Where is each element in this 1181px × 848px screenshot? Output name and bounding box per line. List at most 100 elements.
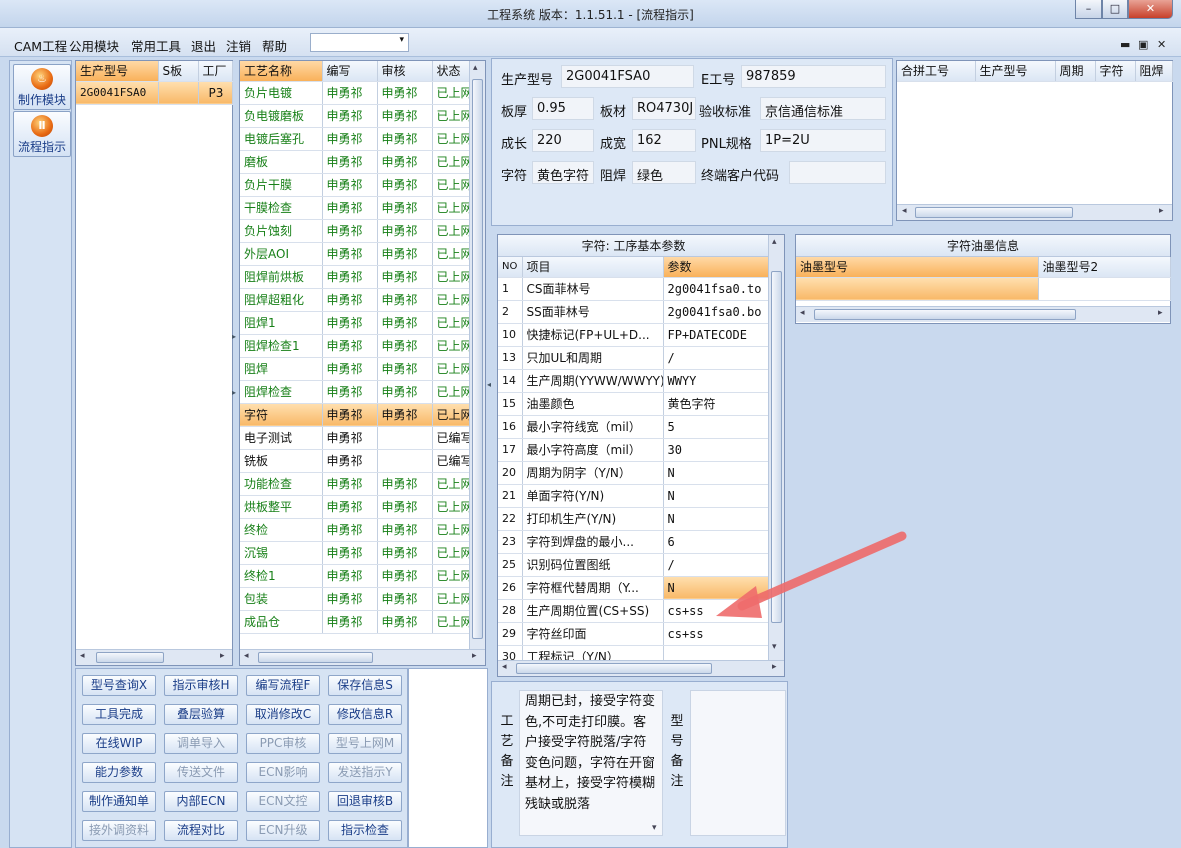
table-row[interactable]: 阻焊1 申勇祁 申勇祁 已上网 — [240, 311, 470, 335]
action-button-3-1[interactable]: 传送文件 — [164, 762, 238, 783]
table-row[interactable]: 负片干膜 申勇祁 申勇祁 已上网 — [240, 173, 470, 197]
scroll-down-icon[interactable]: ▾ — [652, 823, 657, 833]
action-button-1-3[interactable]: 修改信息R — [328, 704, 402, 725]
col-model[interactable]: 生产型号 — [76, 61, 159, 82]
field-material[interactable]: RO4730J — [632, 97, 696, 120]
scroll-right-icon[interactable]: ▸ — [472, 651, 477, 661]
field-eno[interactable]: 987859 — [741, 65, 886, 88]
model-hscroll[interactable]: ◂ ▸ — [76, 649, 232, 665]
module-select[interactable]: ▾ — [310, 33, 409, 52]
close-button[interactable]: ✕ — [1128, 0, 1173, 19]
col-merge-model[interactable]: 生产型号 — [975, 61, 1056, 82]
action-button-2-2[interactable]: PPC审核 — [246, 733, 320, 754]
field-model[interactable]: 2G0041FSA0 — [561, 65, 694, 88]
table-row[interactable]: 17 最小字符高度（mil） 30 — [498, 438, 770, 462]
menu-help[interactable]: 帮助 — [262, 36, 287, 55]
table-row[interactable]: 终检1 申勇祁 申勇祁 已上网 — [240, 564, 470, 588]
field-width[interactable]: 162 — [632, 129, 696, 152]
action-button-5-0[interactable]: 接外调资料 — [82, 820, 156, 841]
scroll-up-icon[interactable]: ▴ — [772, 237, 777, 247]
table-row[interactable]: 15 油墨颜色 黄色字符 — [498, 392, 770, 416]
scroll-thumb[interactable] — [516, 663, 712, 674]
ink-hscroll[interactable]: ◂ ▸ — [796, 306, 1170, 322]
action-button-4-1[interactable]: 内部ECN — [164, 791, 238, 812]
scroll-down-icon[interactable]: ▾ — [772, 642, 777, 652]
col-s-board[interactable]: S板 — [158, 61, 199, 82]
col-status[interactable]: 状态 — [432, 61, 470, 82]
scroll-thumb[interactable] — [472, 79, 483, 639]
col-ink-model2[interactable]: 油墨型号2 — [1038, 257, 1171, 278]
table-row[interactable]: 磨板 申勇祁 申勇祁 已上网 — [240, 150, 470, 174]
menu-common-module[interactable]: 公用模块 — [69, 36, 119, 55]
table-row[interactable]: 烘板整平 申勇祁 申勇祁 已上网 — [240, 495, 470, 519]
table-row[interactable]: 阻焊前烘板 申勇祁 申勇祁 已上网 — [240, 265, 470, 289]
action-button-2-0[interactable]: 在线WIP — [82, 733, 156, 754]
col-param[interactable]: 参数 — [663, 257, 770, 278]
col-reviewer[interactable]: 审核 — [377, 61, 433, 82]
action-button-3-2[interactable]: ECN影响 — [246, 762, 320, 783]
table-row[interactable]: 14 生产周期(YYWW/WWYY) WWYY — [498, 369, 770, 393]
table-row[interactable]: 2G0041FSA0 P3 — [76, 81, 233, 105]
maximize-button[interactable]: □ — [1102, 0, 1128, 19]
field-pnl[interactable]: 1P=2U — [760, 129, 886, 152]
nav-flow-instruction[interactable]: Ⅱ 流程指示 — [13, 111, 71, 157]
scroll-left-icon[interactable]: ◂ — [502, 662, 507, 672]
action-button-5-2[interactable]: ECN升级 — [246, 820, 320, 841]
action-button-0-1[interactable]: 指示审核H — [164, 675, 238, 696]
table-row[interactable]: 13 只加UL和周期 / — [498, 346, 770, 370]
menu-exit[interactable]: 退出 — [191, 36, 216, 55]
scroll-right-icon[interactable]: ▸ — [772, 662, 777, 672]
action-button-0-3[interactable]: 保存信息S — [328, 675, 402, 696]
table-row[interactable]: 功能检查 申勇祁 申勇祁 已上网 — [240, 472, 470, 496]
table-row[interactable]: 电镀后塞孔 申勇祁 申勇祁 已上网 — [240, 127, 470, 151]
table-row[interactable]: 外层AOI 申勇祁 申勇祁 已上网 — [240, 242, 470, 266]
process-remark-text[interactable]: 周期已封，接受字符变色,不可走打印膜。客户接受字符脱落/字符变色问题，字符在开窗… — [519, 690, 663, 836]
table-row[interactable]: 阻焊检查 申勇祁 申勇祁 已上网 — [240, 380, 470, 404]
col-merge-eno[interactable]: 合拼工号 — [897, 61, 976, 82]
field-length[interactable]: 220 — [532, 129, 594, 152]
action-button-3-3[interactable]: 发送指示Y — [328, 762, 402, 783]
field-thickness[interactable]: 0.95 — [532, 97, 594, 120]
table-row[interactable]: 16 最小字符线宽（mil） 5 — [498, 415, 770, 439]
model-remark-text[interactable] — [690, 690, 786, 836]
remark-vscroll[interactable]: ▾ — [649, 691, 665, 835]
col-no[interactable]: NO — [498, 257, 523, 278]
scroll-right-icon[interactable]: ▸ — [1159, 206, 1164, 216]
table-row[interactable]: 阻焊 申勇祁 申勇祁 已上网 — [240, 357, 470, 381]
scroll-right-icon[interactable]: ▸ — [1158, 308, 1163, 318]
splitter-grip-icon[interactable]: ▸ — [232, 332, 236, 341]
table-row[interactable] — [796, 277, 1171, 301]
table-row[interactable]: 沉锡 申勇祁 申勇祁 已上网 — [240, 541, 470, 565]
scroll-right-icon[interactable]: ▸ — [220, 651, 225, 661]
mdi-restore-button[interactable]: ▣ — [1138, 38, 1148, 51]
splitter-grip-icon[interactable]: ◂ — [487, 380, 491, 389]
table-row[interactable]: 1 CS面菲林号 2g0041fsa0.to — [498, 277, 770, 301]
table-row[interactable]: 2 SS面菲林号 2g0041fsa0.bo — [498, 300, 770, 324]
action-button-1-2[interactable]: 取消修改C — [246, 704, 320, 725]
action-button-1-0[interactable]: 工具完成 — [82, 704, 156, 725]
col-factory[interactable]: 工厂 — [198, 61, 233, 82]
action-button-1-1[interactable]: 叠层验算 — [164, 704, 238, 725]
menu-tools[interactable]: 常用工具 — [131, 36, 181, 55]
action-button-5-1[interactable]: 流程对比 — [164, 820, 238, 841]
col-ink-model[interactable]: 油墨型号 — [796, 257, 1039, 278]
col-item[interactable]: 项目 — [522, 257, 664, 278]
scroll-thumb[interactable] — [915, 207, 1073, 218]
action-button-2-3[interactable]: 型号上网M — [328, 733, 402, 754]
process-hscroll[interactable]: ◂ ▸ — [240, 649, 485, 665]
params-hscroll[interactable]: ◂ ▸ — [498, 660, 784, 676]
table-row[interactable]: 负片蚀刻 申勇祁 申勇祁 已上网 — [240, 219, 470, 243]
merge-hscroll[interactable]: ◂ ▸ — [897, 204, 1172, 220]
action-button-4-2[interactable]: ECN文控 — [246, 791, 320, 812]
table-row[interactable]: 干膜检查 申勇祁 申勇祁 已上网 — [240, 196, 470, 220]
scroll-left-icon[interactable]: ◂ — [902, 206, 907, 216]
menu-logout[interactable]: 注销 — [226, 36, 251, 55]
mdi-minimize-button[interactable]: ▬ — [1120, 38, 1130, 51]
scroll-left-icon[interactable]: ◂ — [800, 308, 805, 318]
table-row[interactable]: 终检 申勇祁 申勇祁 已上网 — [240, 518, 470, 542]
col-merge-char[interactable]: 字符 — [1095, 61, 1136, 82]
action-button-0-2[interactable]: 编写流程F — [246, 675, 320, 696]
col-merge-mask[interactable]: 阻焊 — [1135, 61, 1173, 82]
action-button-5-3[interactable]: 指示检查 — [328, 820, 402, 841]
col-process-name[interactable]: 工艺名称 — [240, 61, 323, 82]
